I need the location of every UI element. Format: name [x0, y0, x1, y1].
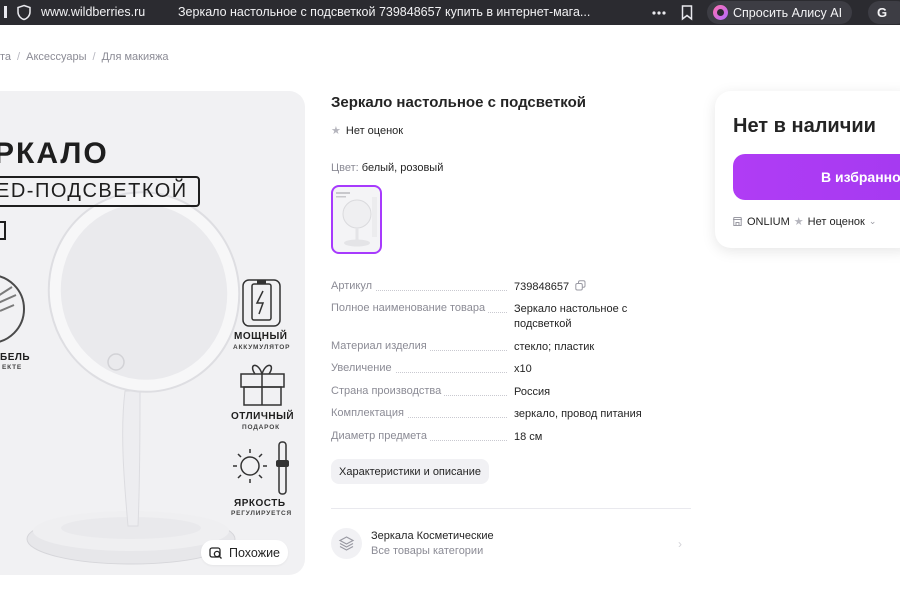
extension-icon: G	[877, 5, 888, 20]
spec-key: Материал изделия	[331, 340, 430, 352]
spec-key: Увеличение	[331, 362, 395, 374]
breadcrumb-separator: /	[92, 51, 96, 63]
more-icon[interactable]	[651, 6, 667, 20]
divider	[331, 508, 691, 509]
spec-value: Зеркало настольное с подсветкой	[514, 303, 628, 330]
page-tab-title: Зеркало настольное с подсветкой 73984865…	[178, 5, 591, 19]
copy-icon[interactable]	[575, 280, 586, 291]
feature-sub: РЕГУЛИРУЕТСЯ	[231, 510, 292, 517]
feature-label: МОЩНЫЙ	[234, 331, 288, 342]
characteristics-button[interactable]: Характеристики и описание	[331, 459, 489, 484]
spec-value: Россия	[514, 386, 551, 398]
spec-value: стекло; пластик	[514, 341, 595, 353]
feature-sub: АККУМУЛЯТОР	[233, 344, 291, 351]
category-sub: Все товары категории	[371, 545, 484, 557]
chevron-right-icon: ›	[678, 537, 682, 551]
rating-text: Нет оценок	[345, 124, 404, 137]
image-search-icon	[209, 546, 222, 559]
star-icon: ★	[331, 125, 341, 137]
category-name: Зеркала Косметические	[371, 530, 494, 542]
cable-sub: ЕКТЕ	[2, 364, 22, 371]
feature-sub: ПОДАРОК	[242, 424, 280, 431]
color-line: Цвет: белый, розовый	[331, 162, 443, 174]
breadcrumb: та / Аксессуары / Для макияжа	[0, 51, 169, 63]
layers-icon	[338, 536, 355, 551]
ask-alice-button[interactable]: Спросить Алису AI	[707, 1, 853, 24]
spec-key: Страна производства	[331, 385, 445, 397]
similar-label: Похожие	[229, 545, 281, 560]
image-badge: ED-ПОДСВЕТКОЙ	[0, 176, 200, 207]
spec-value: x10	[514, 363, 532, 375]
product-title: Зеркало настольное с подсветкой	[331, 94, 586, 111]
product-image[interactable]: РКАЛО ED-ПОДСВЕТКОЙ МОЩНЫЙ АККУМУЛЯТОР О…	[0, 91, 305, 575]
seller-name: ONLIUM	[747, 215, 790, 228]
buy-card: Нет в наличии В избранное ONLIUM ★ Нет о…	[715, 91, 900, 248]
image-headline: РКАЛО	[0, 137, 109, 170]
feature-label: ЯРКОСТЬ	[234, 498, 286, 509]
availability-status: Нет в наличии	[733, 115, 876, 137]
ask-alice-label: Спросить Алису AI	[733, 5, 843, 20]
spec-key: Полное наименование товара	[331, 302, 489, 314]
extension-button[interactable]: G	[868, 1, 900, 24]
seller-info[interactable]: ONLIUM ★ Нет оценок ⌄	[732, 215, 876, 228]
product-rating[interactable]: ★ Нет оценок	[331, 124, 404, 138]
tab-edge-icon	[4, 6, 7, 18]
seller-rating: Нет оценок	[807, 215, 865, 228]
category-link[interactable]: Зеркала Косметические Все товары категор…	[331, 527, 691, 561]
spec-value-article: 739848657	[514, 280, 679, 295]
category-icon-wrap	[331, 528, 362, 559]
shield-icon[interactable]	[16, 4, 32, 21]
article-number: 739848657	[514, 281, 570, 293]
add-to-favorites-button[interactable]: В избранное	[733, 154, 900, 200]
bookmark-icon[interactable]	[680, 4, 694, 21]
color-value: белый, розовый	[361, 162, 444, 174]
color-variant-thumbnail[interactable]	[331, 185, 382, 254]
spec-value: 18 см	[514, 431, 543, 443]
star-icon: ★	[793, 216, 804, 228]
breadcrumb-item-accessories[interactable]: Аксессуары	[26, 51, 86, 63]
address-domain[interactable]: www.wildberries.ru	[41, 5, 145, 19]
feature-label: ОТЛИЧНЫЙ	[231, 411, 295, 422]
spec-key: Артикул	[331, 280, 376, 292]
shop-icon	[732, 217, 743, 226]
breadcrumb-item-catalog[interactable]: та	[0, 51, 11, 63]
chevron-down-icon: ⌄	[868, 216, 877, 226]
browser-bar: www.wildberries.ru Зеркало настольное с …	[0, 0, 900, 25]
breadcrumb-item-makeup[interactable]: Для макияжа	[102, 51, 169, 63]
alice-icon	[713, 5, 728, 20]
breadcrumb-separator: /	[17, 51, 21, 63]
similar-button[interactable]: Похожие	[201, 540, 289, 565]
spec-key: Диаметр предмета	[331, 430, 430, 442]
cable-label: БЕЛЬ	[0, 352, 31, 363]
thumbnail-image	[336, 192, 377, 247]
spec-key: Комплектация	[331, 407, 407, 419]
spec-value: зеркало, провод питания	[514, 408, 642, 420]
color-label: Цвет:	[331, 162, 359, 174]
